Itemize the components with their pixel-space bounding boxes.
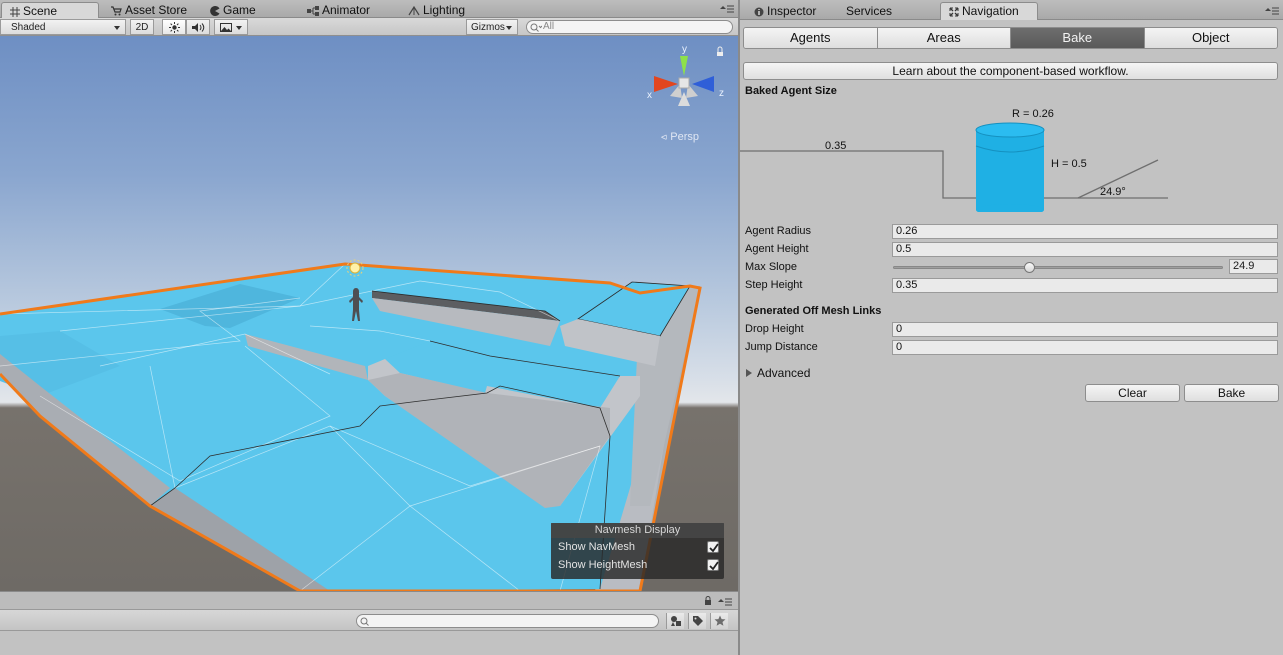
tab-asset-store[interactable]: Asset Store — [103, 2, 187, 18]
navigation-icon — [949, 7, 959, 17]
grid-icon — [10, 6, 20, 17]
tab-label: Scene — [23, 4, 58, 18]
search-icon — [360, 617, 372, 626]
show-heightmesh-label: Show HeightMesh — [558, 559, 648, 571]
show-navmesh-label: Show NavMesh — [558, 541, 636, 553]
segment-areas[interactable]: Areas — [877, 28, 1011, 48]
agent-radius-label: Agent Radius — [745, 225, 812, 237]
effects-dropdown[interactable] — [214, 19, 248, 35]
search-icon — [530, 23, 542, 32]
filter-by-type-button[interactable] — [666, 613, 684, 629]
step-height-field[interactable]: 0.35 — [892, 278, 1278, 293]
navigation-panel: Agents Areas Bake Object Learn about the… — [740, 20, 1283, 655]
navigation-mode-selector: Agents Areas Bake Object — [743, 27, 1278, 49]
max-slope-label: Max Slope — [745, 261, 797, 273]
agent-radius-field[interactable]: 0.26 — [892, 224, 1278, 239]
tab-scene[interactable]: Scene — [1, 2, 99, 18]
scene-toolbar: Shaded 2D Gizmos All — [0, 18, 738, 36]
draw-mode-dropdown[interactable]: Shaded — [0, 19, 126, 35]
tab-label: Animator — [322, 3, 371, 17]
filter-by-label-button[interactable] — [688, 613, 706, 629]
tab-services[interactable]: Services — [838, 3, 892, 19]
cart-icon — [111, 6, 122, 16]
tab-lighting[interactable]: Lighting — [400, 2, 465, 18]
drop-height-field[interactable]: 0 — [892, 322, 1278, 337]
tab-label: Inspector — [767, 4, 817, 18]
step-height-label: Step Height — [745, 279, 803, 291]
navmesh-scene — [0, 259, 702, 591]
tab-game[interactable]: Game — [202, 2, 256, 18]
panel-menu-icon[interactable] — [720, 5, 734, 13]
inspector-tab-bar: Inspector Services Navigation — [740, 0, 1283, 20]
project-content-area — [0, 631, 738, 655]
advanced-label: Advanced — [757, 366, 811, 380]
image-icon — [220, 23, 232, 32]
axis-x-label: x — [647, 90, 652, 101]
max-slope-slider[interactable] — [893, 266, 1223, 269]
lighting-toggle-button[interactable] — [162, 19, 186, 35]
panel-menu-icon[interactable] — [718, 598, 732, 606]
tab-label: Services — [846, 4, 893, 18]
agent-cylinder — [975, 122, 1045, 216]
tab-label: Navigation — [962, 4, 1019, 18]
tab-inspector[interactable]: Inspector — [746, 3, 816, 19]
drop-height-label: Drop Height — [745, 323, 804, 335]
jump-distance-field[interactable]: 0 — [892, 340, 1278, 355]
gizmos-dropdown[interactable]: Gizmos — [466, 19, 518, 35]
2d-toggle-button[interactable]: 2D — [130, 19, 154, 35]
advanced-foldout[interactable]: Advanced — [746, 366, 810, 380]
jump-distance-label: Jump Distance — [745, 341, 818, 353]
tab-label: Game — [223, 3, 256, 17]
scene-viewport[interactable]: y x z Persp Navmesh Display Show NavMesh… — [0, 36, 738, 591]
info-icon — [754, 7, 764, 17]
clear-button[interactable]: Clear — [1085, 384, 1180, 402]
scene-tab-bar: Scene Asset Store Game Animator Lighting — [0, 0, 738, 18]
sun-icon — [169, 22, 180, 33]
project-search-input[interactable] — [356, 614, 659, 628]
max-slope-slider-thumb[interactable] — [1024, 262, 1036, 273]
tab-navigation[interactable]: Navigation — [940, 2, 1038, 20]
tab-label: Asset Store — [125, 3, 188, 17]
lighting-icon — [408, 5, 420, 16]
agent-height-label: Agent Height — [745, 243, 809, 255]
agent-size-diagram: R = 0.26 H = 0.5 0.35 24.9° — [740, 102, 1283, 216]
show-navmesh-checkbox[interactable] — [707, 541, 719, 553]
project-toolbar — [0, 609, 738, 631]
radius-label: R = 0.26 — [1012, 108, 1054, 120]
agent-height-field[interactable]: 0.5 — [892, 242, 1278, 257]
speaker-icon — [192, 22, 205, 33]
step-label: 0.35 — [825, 140, 847, 152]
show-heightmesh-row[interactable]: Show HeightMesh — [551, 556, 724, 574]
search-placeholder: All — [543, 21, 555, 32]
show-navmesh-row[interactable]: Show NavMesh — [551, 538, 724, 556]
offmesh-links-title: Generated Off Mesh Links — [745, 305, 882, 317]
projection-label[interactable]: Persp — [661, 131, 699, 144]
axis-z-label: z — [719, 88, 724, 99]
tab-animator[interactable]: Animator — [299, 2, 370, 18]
audio-toggle-button[interactable] — [186, 19, 210, 35]
favorites-button[interactable] — [710, 613, 728, 629]
lock-icon[interactable] — [704, 596, 712, 606]
animator-icon — [307, 5, 319, 16]
axis-y-label: y — [682, 44, 687, 55]
pacman-icon — [210, 5, 220, 16]
tab-label: Lighting — [423, 3, 466, 17]
segment-agents[interactable]: Agents — [744, 28, 878, 48]
height-label: H = 0.5 — [1051, 158, 1087, 170]
panel-menu-icon[interactable] — [1265, 7, 1279, 15]
bake-button[interactable]: Bake — [1184, 384, 1279, 402]
slope-label: 24.9° — [1100, 186, 1126, 198]
segment-object[interactable]: Object — [1144, 28, 1277, 48]
max-slope-field[interactable]: 24.9 — [1229, 259, 1278, 274]
segment-bake[interactable]: Bake — [1011, 28, 1145, 48]
show-heightmesh-checkbox[interactable] — [707, 559, 719, 571]
navmesh-display-panel: Navmesh Display Show NavMesh Show Height… — [551, 523, 724, 579]
scene-search-input[interactable]: All — [526, 20, 733, 34]
learn-workflow-button[interactable]: Learn about the component-based workflow… — [743, 62, 1278, 80]
baked-agent-size-title: Baked Agent Size — [745, 85, 837, 97]
navmesh-display-title: Navmesh Display — [551, 523, 724, 538]
project-tab-bar — [0, 591, 738, 609]
